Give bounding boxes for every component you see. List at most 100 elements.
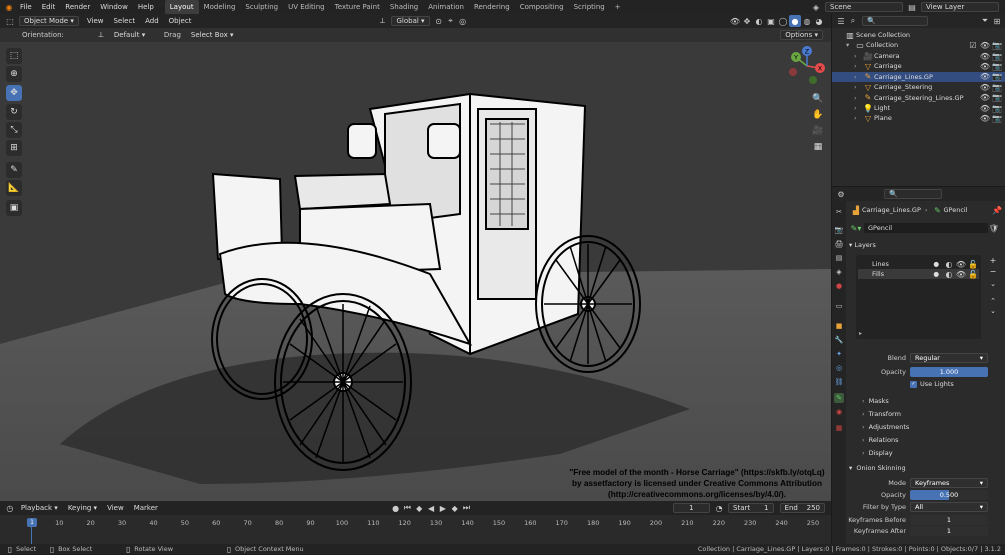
- 3d-viewport[interactable]: ⬚ Object Mode ▾ View Select Add Object ⟂…: [0, 14, 831, 501]
- measure-tool[interactable]: 📐: [6, 180, 22, 196]
- physics-tab-icon[interactable]: ◎: [834, 363, 844, 373]
- transform-tool[interactable]: ⊞: [6, 140, 22, 156]
- expand-toggle[interactable]: ›: [854, 104, 862, 112]
- move-tool[interactable]: ✥: [6, 85, 22, 101]
- workspace-tab-rendering[interactable]: Rendering: [469, 0, 515, 14]
- rendered-shading-icon[interactable]: ◕: [813, 15, 825, 27]
- datablock-selector[interactable]: ✎▾ GPencil 🛡: [850, 223, 1000, 233]
- modifier-tab-icon[interactable]: 🔧: [834, 335, 844, 345]
- layer-move-down-button[interactable]: ⌄: [987, 307, 999, 317]
- layer-visibility-icon[interactable]: 👁: [955, 268, 967, 280]
- play-reverse-icon[interactable]: ◀: [425, 502, 437, 514]
- record-icon[interactable]: ●: [390, 502, 402, 514]
- opacity-slider[interactable]: 1.000: [910, 367, 988, 377]
- expand-toggle[interactable]: ›: [854, 52, 862, 60]
- datablock-browse-icon[interactable]: ✎▾: [850, 222, 862, 234]
- timeline-menu-view[interactable]: View: [102, 501, 129, 515]
- layer-mask-icon[interactable]: ◐: [943, 268, 955, 280]
- viewport-menu-view[interactable]: View: [82, 14, 109, 28]
- select-box-tool[interactable]: ⬚: [6, 48, 22, 64]
- workspace-tab-shading[interactable]: Shading: [385, 0, 423, 14]
- blend-dropdown[interactable]: Regular ▾: [910, 353, 988, 363]
- object-tab-icon[interactable]: ■: [834, 321, 844, 331]
- timeline-menu-marker[interactable]: Marker: [129, 501, 163, 515]
- layer-row-fills[interactable]: Fills ● ◐ 👁 🔓: [858, 269, 979, 279]
- workspace-tab-modeling[interactable]: Modeling: [199, 0, 241, 14]
- view-layer-tab-icon[interactable]: ▤: [834, 253, 844, 263]
- collection-tab-icon[interactable]: ▭: [834, 301, 844, 311]
- subpanel-header-display[interactable]: › Display: [862, 448, 893, 458]
- snap-icon[interactable]: ⌖: [445, 15, 457, 27]
- expand-toggle[interactable]: ›: [854, 94, 862, 102]
- world-tab-icon[interactable]: ●: [834, 281, 844, 291]
- outliner-filter-icon[interactable]: ⌕: [847, 15, 859, 27]
- view-layer-selector[interactable]: View Layer: [921, 2, 999, 12]
- playhead[interactable]: 1: [27, 518, 37, 527]
- end-frame-field[interactable]: End 250: [779, 503, 825, 513]
- expand-toggle[interactable]: ›: [854, 114, 862, 122]
- layer-add-button[interactable]: +: [987, 256, 999, 266]
- outliner-filter-funnel-icon[interactable]: ⏷: [979, 15, 991, 27]
- menu-edit[interactable]: Edit: [37, 0, 61, 14]
- outliner-row-object[interactable]: › ▽ Plane 👁 📷: [832, 113, 1005, 123]
- scale-tool[interactable]: ⤡: [6, 122, 22, 138]
- scene-selector[interactable]: Scene: [825, 2, 903, 12]
- layer-specials-button[interactable]: ⌄: [987, 280, 999, 290]
- filter-by-type-dropdown[interactable]: All ▾: [910, 502, 988, 512]
- current-frame-field[interactable]: 1: [672, 503, 711, 513]
- layers-panel-header[interactable]: ▾ Layers: [849, 240, 876, 250]
- workspace-tab-sculpting[interactable]: Sculpting: [240, 0, 283, 14]
- xray-icon[interactable]: ▣: [765, 15, 777, 27]
- editor-type-icon[interactable]: ⬚: [4, 15, 16, 27]
- onion-mode-dropdown[interactable]: Keyframes ▾: [910, 478, 988, 488]
- wireframe-shading-icon[interactable]: ◯: [777, 15, 789, 27]
- pivot-icon[interactable]: ⊙: [433, 15, 445, 27]
- subpanel-header-adjustments[interactable]: › Adjustments: [862, 422, 909, 432]
- subpanel-header-relations[interactable]: › Relations: [862, 435, 898, 445]
- layer-move-up-button[interactable]: ⌃: [987, 297, 999, 307]
- material-shading-icon[interactable]: ◍: [801, 15, 813, 27]
- mode-selector[interactable]: Object Mode ▾: [19, 16, 79, 26]
- constraints-tab-icon[interactable]: ⛓: [834, 377, 844, 387]
- expand-toggle[interactable]: ›: [854, 83, 862, 91]
- transform-space-selector[interactable]: Global ▾: [391, 16, 430, 26]
- material-tab-icon[interactable]: ◉: [834, 407, 844, 417]
- keyframes-before-field[interactable]: 1: [910, 515, 988, 525]
- menu-window[interactable]: Window: [95, 0, 133, 14]
- clock-icon[interactable]: ◔: [713, 502, 725, 514]
- jump-start-icon[interactable]: ⏮: [401, 502, 413, 514]
- viewport-menu-object[interactable]: Object: [164, 14, 197, 28]
- add-cube-tool[interactable]: ▣: [6, 200, 22, 216]
- properties-editor-type-icon[interactable]: ⚙: [835, 188, 847, 200]
- zoom-view-icon[interactable]: 🔍: [811, 92, 825, 106]
- navigation-gizmo[interactable]: X Y Z: [785, 44, 829, 88]
- outliner-row-collection[interactable]: ▾ ▭ Collection ☑ 👁 📷: [832, 40, 1005, 50]
- play-icon[interactable]: ▶: [437, 502, 449, 514]
- onion-skinning-panel-header[interactable]: ▾ Onion Skinning: [849, 463, 906, 473]
- timeline-menu-keying[interactable]: Keying ▾: [63, 501, 102, 515]
- new-collection-icon[interactable]: ⊞: [991, 15, 1003, 27]
- cursor-tool[interactable]: ⊕: [6, 66, 22, 82]
- subpanel-header-transform[interactable]: › Transform: [862, 409, 901, 419]
- expand-toggle[interactable]: ›: [854, 73, 862, 81]
- expand-toggle[interactable]: ›: [854, 62, 862, 70]
- workspace-tab-uv-editing[interactable]: UV Editing: [283, 0, 330, 14]
- workspace-tab-layout[interactable]: Layout: [164, 0, 199, 14]
- visibility-eye-icon[interactable]: 👁: [979, 112, 991, 124]
- list-resize-handle-icon[interactable]: ▸: [859, 330, 862, 337]
- drag-dropdown[interactable]: Select Box ▾: [187, 30, 238, 40]
- keyframes-after-field[interactable]: 1: [910, 526, 988, 536]
- start-frame-field[interactable]: Start 1: [728, 503, 774, 513]
- onion-opacity-slider[interactable]: 0.500: [910, 490, 988, 500]
- rotate-tool[interactable]: ↻: [6, 104, 22, 120]
- layers-list[interactable]: Lines ● ◐ 👁 🔓 Fills ● ◐ 👁 🔓 ▸: [856, 255, 981, 339]
- options-dropdown[interactable]: Options ▾: [780, 30, 823, 40]
- orientation-dropdown[interactable]: Default ▾: [110, 30, 158, 40]
- datablock-name-field[interactable]: GPencil: [864, 223, 988, 233]
- effects-tab-icon[interactable]: ✦: [834, 349, 844, 359]
- outliner-search-input[interactable]: 🔍: [862, 16, 928, 26]
- collection-checkbox-icon[interactable]: ☑: [967, 39, 979, 51]
- timeline-ruler[interactable]: 1102030405060708090100110120130140150160…: [0, 515, 831, 544]
- prev-keyframe-icon[interactable]: ◆: [413, 502, 425, 514]
- fake-user-shield-icon[interactable]: 🛡: [988, 222, 1000, 234]
